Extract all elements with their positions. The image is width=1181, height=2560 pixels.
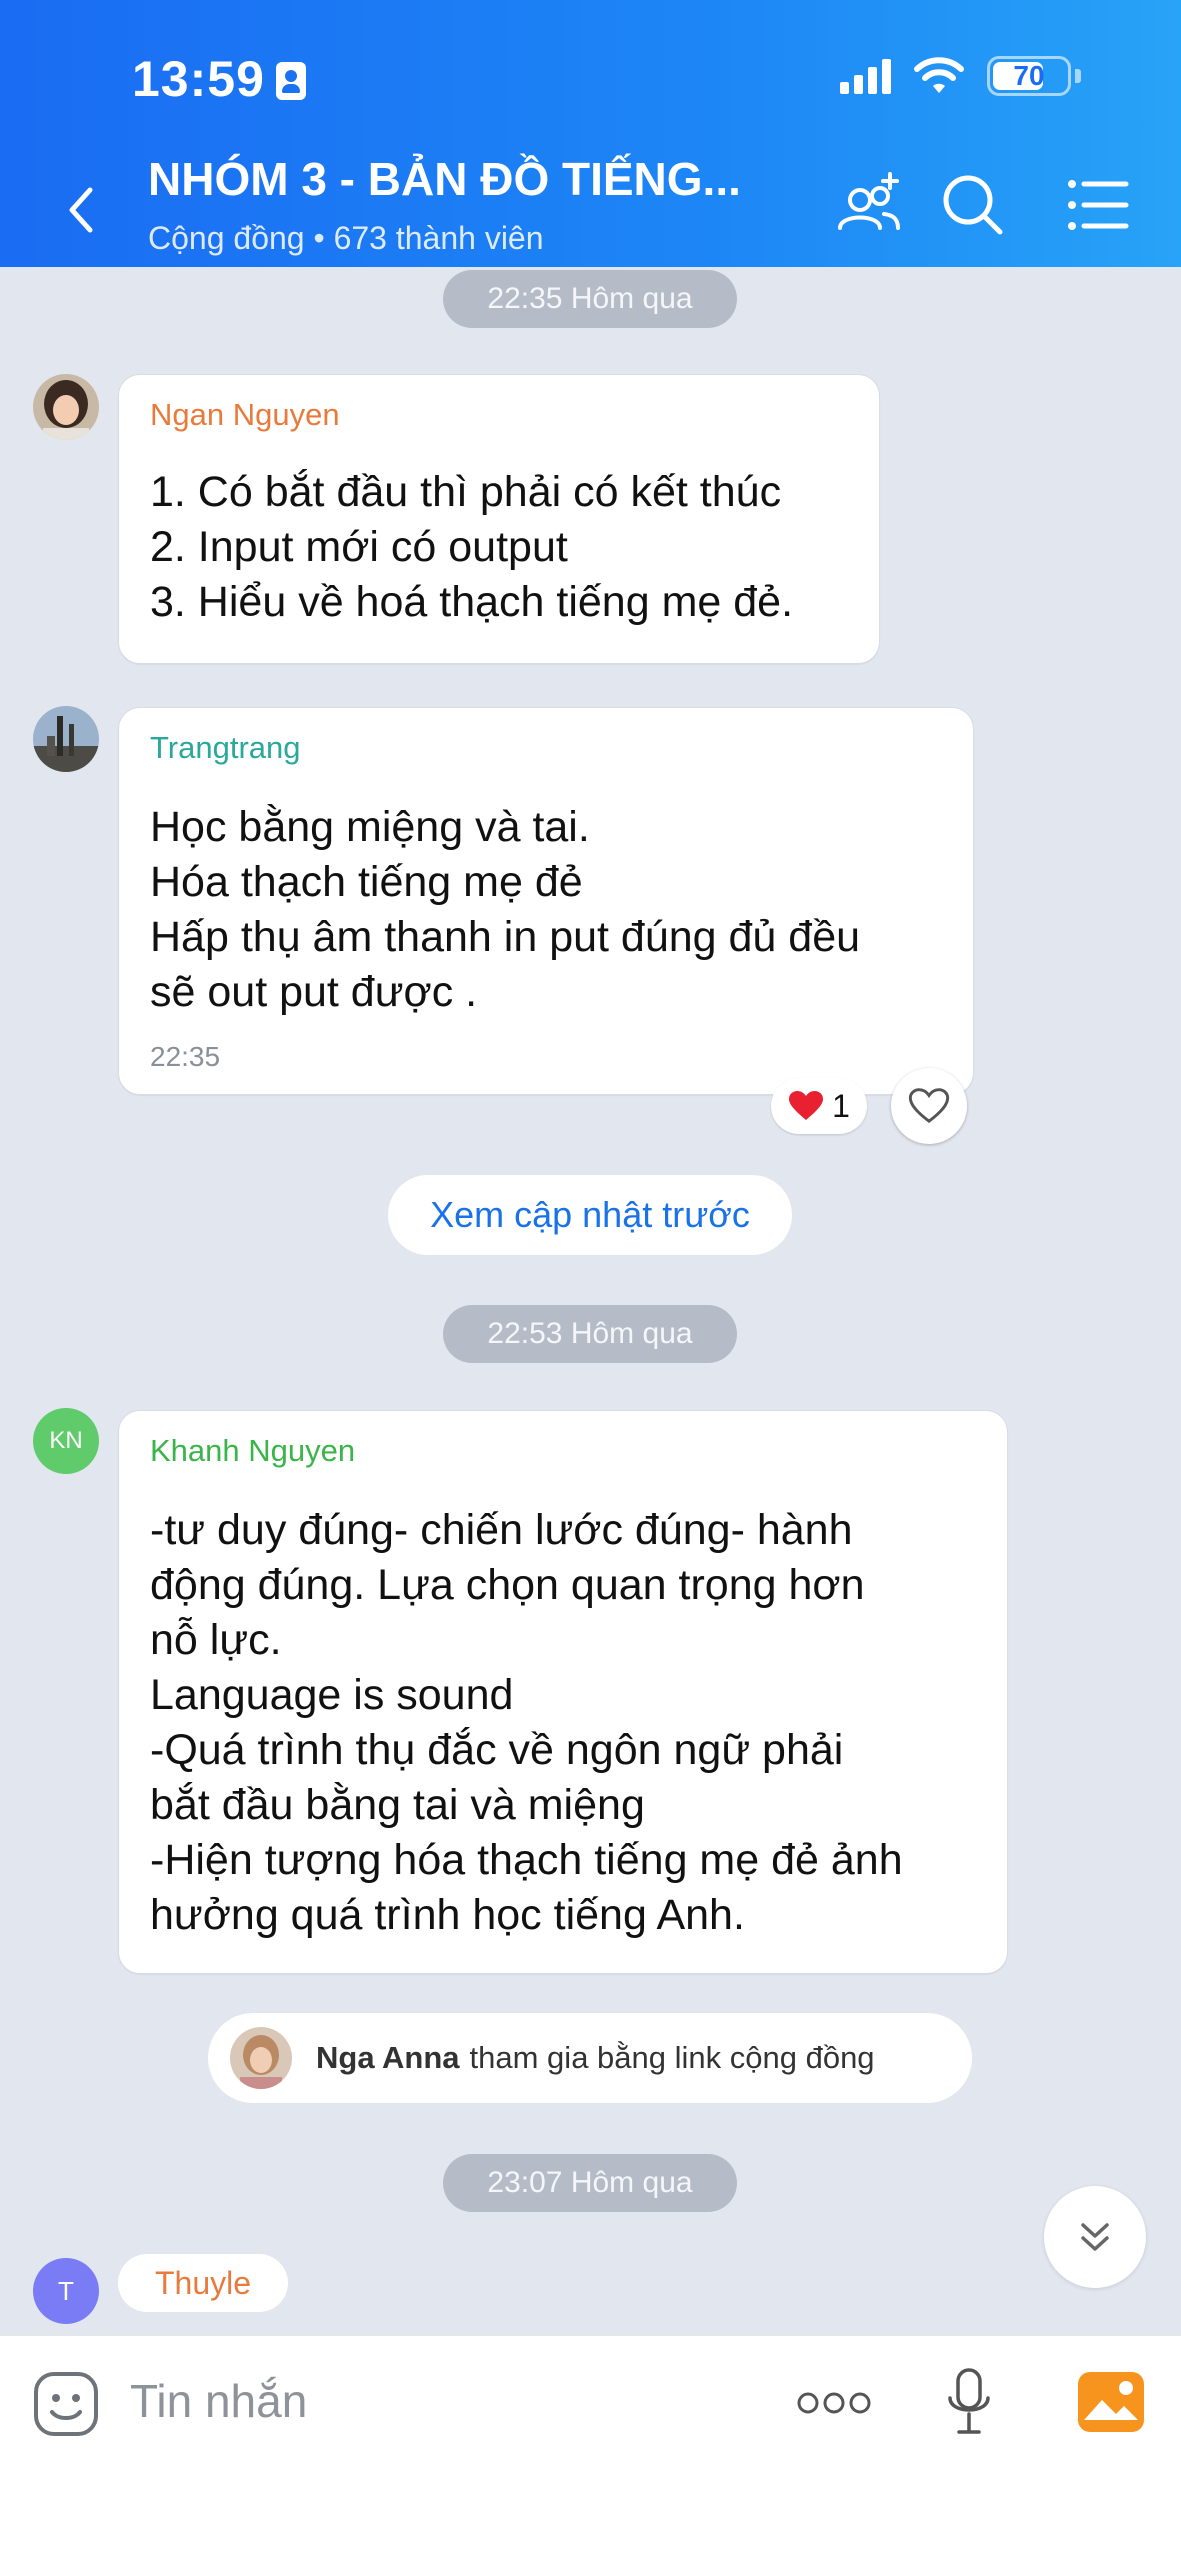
join-text: tham gia bằng link cộng đồng — [469, 2040, 875, 2075]
sender-name[interactable]: Trangtrang — [150, 730, 301, 766]
load-previous-button[interactable]: Xem cập nhật trước — [388, 1175, 792, 1255]
nga-anna-avatar-image — [230, 2027, 292, 2089]
heart-outline-icon — [908, 1088, 950, 1123]
time-divider: 23:07 Hôm qua — [443, 2154, 737, 2212]
avatar[interactable] — [33, 706, 99, 772]
status-icons: 70 — [840, 56, 1081, 96]
battery-icon: 70 — [987, 56, 1071, 96]
heart-reaction-icon — [789, 1091, 824, 1120]
reaction-summary[interactable]: 1 — [771, 1078, 867, 1134]
cellular-signal-icon — [840, 58, 891, 94]
scroll-to-bottom-button[interactable] — [1044, 2186, 1146, 2288]
message-input[interactable]: Tin nhắn — [130, 2374, 307, 2428]
contact-card-icon — [276, 62, 306, 100]
reaction-count: 1 — [832, 1087, 850, 1124]
menu-list-icon[interactable] — [1064, 170, 1134, 240]
message-line: nỗ lực. — [150, 1616, 282, 1664]
message-line: Hóa thạch tiếng mẹ đẻ — [150, 858, 583, 906]
join-user-name[interactable]: Nga Anna — [316, 2040, 460, 2076]
message-line: -Quá trình thụ đắc về ngôn ngữ phải — [150, 1726, 844, 1774]
message-line: hưởng quá trình học tiếng Anh. — [150, 1891, 745, 1939]
avatar[interactable]: KN — [33, 1408, 99, 1474]
avatar[interactable] — [33, 374, 99, 440]
message-line: -tư duy đúng- chiến lước đúng- hành — [150, 1506, 853, 1554]
trangtrang-avatar-image — [33, 706, 99, 772]
status-time: 13:59 — [132, 51, 265, 107]
message-line: -Hiện tượng hóa thạch tiếng mẹ đẻ ảnh — [150, 1836, 903, 1884]
message-line: 3. Hiểu về hoá thạch tiếng mẹ đẻ. — [150, 578, 794, 626]
message-line: Hấp thụ âm thanh in put đúng đủ đều — [150, 913, 861, 961]
message-line: 1. Có bắt đầu thì phải có kết thúc — [150, 468, 782, 516]
message-bubble[interactable]: Ngan Nguyen 1. Có bắt đầu thì phải có kế… — [118, 374, 880, 664]
like-button[interactable] — [891, 1068, 967, 1144]
sender-name[interactable]: Khanh Nguyen — [150, 1433, 355, 1469]
message-line: sẽ out put được . — [150, 968, 478, 1016]
join-notice: Nga Anna tham gia bằng link cộng đồng — [208, 2013, 972, 2103]
page-subtitle: Cộng đồng • 673 thành viên — [148, 220, 544, 256]
avatar[interactable] — [230, 2027, 292, 2089]
message-line: động đúng. Lựa chọn quan trọng hơn — [150, 1561, 865, 1609]
message-bubble[interactable]: Trangtrang Học bằng miệng và tai. Hóa th… — [118, 707, 974, 1095]
search-icon[interactable] — [938, 170, 1008, 240]
message-time: 22:35 — [150, 1041, 221, 1072]
message-line: 2. Input mới có output — [150, 523, 568, 571]
time-divider: 22:35 Hôm qua — [443, 270, 737, 328]
message-line: bắt đầu bằng tai và miệng — [150, 1781, 645, 1829]
photo-gallery-icon[interactable] — [1076, 2370, 1146, 2434]
page-title[interactable]: NHÓM 3 - BẢN ĐỒ TIẾNG... — [148, 152, 741, 206]
message-composer: Tin nhắn — [0, 2335, 1181, 2560]
battery-tip — [1075, 69, 1081, 83]
message-line: Học bằng miệng và tai. — [150, 803, 590, 851]
message-line: Language is sound — [150, 1671, 514, 1719]
avatar[interactable]: T — [33, 2258, 99, 2324]
more-options-icon[interactable] — [796, 2388, 872, 2418]
microphone-icon[interactable] — [944, 2366, 994, 2438]
add-member-icon[interactable] — [834, 170, 904, 240]
double-chevron-down-icon — [1081, 2223, 1109, 2251]
time-divider: 22:53 Hôm qua — [443, 1305, 737, 1363]
sticker-icon[interactable] — [32, 2370, 100, 2438]
chat-header: 13:59 70 NHÓM 3 - BẢN ĐỒ TIẾNG... Cộng đ… — [0, 0, 1181, 267]
back-arrow-icon[interactable] — [58, 180, 102, 240]
wifi-icon — [914, 57, 964, 93]
message-bubble[interactable]: Khanh Nguyen -tư duy đúng- chiến lước đú… — [118, 1410, 1008, 1974]
sender-name[interactable]: Ngan Nguyen — [150, 397, 340, 433]
battery-level: 70 — [1013, 60, 1045, 91]
ngan-avatar-image — [33, 374, 99, 440]
sender-name[interactable]: Thuyle — [118, 2254, 288, 2312]
